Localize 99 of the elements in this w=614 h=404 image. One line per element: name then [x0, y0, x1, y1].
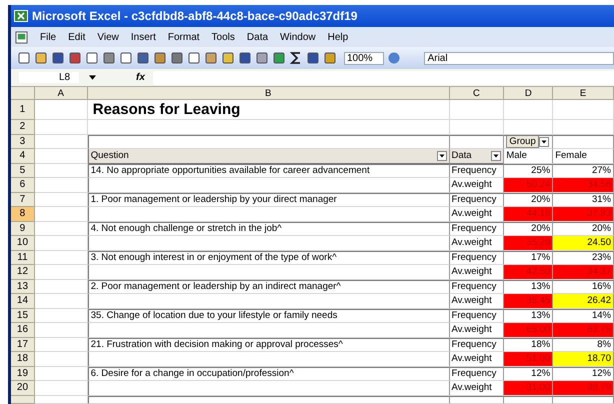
caret-icon[interactable]	[89, 75, 96, 80]
table-cell: 31.00	[504, 381, 554, 396]
question-text: 4. Not enough challenge or stretch in the job^	[90, 223, 282, 234]
table-cell: 51.00	[504, 352, 554, 366]
data-label: Av.weight	[452, 208, 492, 220]
table-cell: 37.83	[553, 207, 614, 222]
spreadsheet-icon	[14, 9, 28, 23]
data-label: Av.weight	[452, 237, 492, 248]
row-header[interactable]: 19	[11, 366, 35, 381]
empty-cell	[450, 120, 504, 134]
menu-item[interactable]: Tools	[206, 32, 241, 42]
table-cell: 42.50	[504, 265, 554, 280]
menu-item[interactable]: Window	[274, 32, 322, 42]
dropdown-button[interactable]	[436, 150, 447, 161]
row-header[interactable]: 10	[11, 236, 35, 250]
menu-item[interactable]: Help	[322, 32, 354, 42]
menu-item[interactable]: Format	[162, 32, 206, 42]
dropdown-button[interactable]	[538, 136, 549, 147]
row-header[interactable]: 17	[11, 338, 35, 352]
row-header[interactable]: 9	[11, 222, 35, 236]
row-header[interactable]: 3	[11, 134, 35, 149]
table-cell: 18.70	[553, 352, 614, 366]
row-header[interactable]: 16	[11, 323, 35, 338]
row-header[interactable]: 7	[11, 192, 35, 207]
data-label: Av.weight	[452, 266, 492, 278]
row-header[interactable]: 6	[11, 178, 35, 192]
empty-cell	[553, 100, 614, 120]
question-text: 6. Desire for a change in occupation/profession^	[90, 368, 294, 380]
menu-item[interactable]: Edit	[62, 32, 92, 42]
data-label: Frequency	[452, 194, 496, 206]
data-label: Av.weight	[452, 382, 492, 394]
name-box[interactable]: L8	[19, 72, 79, 83]
data-label: Av.weight	[452, 179, 492, 190]
question-text: 1. Poor management or leadership by your direct manager	[90, 194, 337, 206]
pivot-field-label: Question	[90, 150, 129, 162]
row-header[interactable]: 15	[11, 308, 35, 323]
pivot-field-button[interactable]: Group	[506, 135, 539, 148]
table-cell: 26.42	[553, 294, 614, 308]
row-header[interactable]: 20	[11, 381, 35, 396]
menu-item[interactable]: Insert	[124, 32, 162, 42]
menu-item[interactable]: View	[91, 32, 125, 42]
column-label: Female	[555, 150, 587, 162]
column-label: Male	[506, 150, 527, 162]
data-label: Frequency	[452, 252, 496, 264]
data-label: Frequency	[452, 339, 496, 350]
data-label: Frequency	[452, 223, 496, 234]
menu-item[interactable]: File	[34, 32, 62, 42]
row-header[interactable]: 11	[11, 250, 35, 265]
sheet-title: Reasons for Leaving	[88, 100, 450, 120]
column-header[interactable]: A	[34, 87, 88, 100]
sum-icon[interactable]	[289, 51, 303, 65]
column-header[interactable]: B	[88, 87, 450, 100]
row-header[interactable]: 12	[11, 265, 35, 280]
row-header[interactable]: 5	[11, 164, 35, 178]
row-header[interactable]: 18	[11, 352, 35, 366]
data-label: Frequency	[452, 165, 496, 176]
table-cell: 44.18	[504, 207, 554, 222]
empty-cell	[450, 100, 504, 120]
table-cell: 65.00	[504, 323, 554, 338]
row-header[interactable]: 2	[11, 120, 35, 134]
data-label: Frequency	[452, 368, 496, 380]
font-box[interactable]: Arial	[424, 52, 614, 64]
workbook-icon[interactable]	[15, 30, 28, 44]
menu-item[interactable]: Data	[240, 32, 274, 42]
question-text: 3. Not enough interest in or enjoyment of the type of work^	[90, 252, 337, 264]
dropdown-button[interactable]	[491, 150, 502, 161]
data-label: Av.weight	[452, 324, 492, 336]
question-text: 2. Poor management or leadership by an indirect manager^	[90, 281, 341, 292]
data-label: Frequency	[452, 281, 496, 292]
function-button[interactable]: fx	[136, 72, 145, 83]
question-text: 21. Frustration with decision making or approval processes^	[90, 339, 343, 350]
data-label: Av.weight	[452, 295, 492, 306]
data-label: Av.weight	[452, 353, 492, 364]
table-cell: 34.56	[553, 178, 614, 192]
row-header[interactable]: 1	[11, 100, 35, 120]
table-cell: 38.79	[553, 381, 614, 396]
empty-cell	[553, 120, 614, 134]
empty-cell	[504, 100, 554, 120]
row-header[interactable]: 4	[11, 149, 35, 164]
column-header[interactable]: C	[450, 87, 504, 100]
table-cell: 50.24	[504, 178, 554, 192]
data-label: Frequency	[452, 310, 496, 322]
table-cell: 35.29	[504, 236, 554, 250]
table-cell: 63.75	[553, 323, 614, 338]
window-title: Microsoft Excel - c3cfdbd8-abf8-44c8-bace-c90adc37df19	[32, 9, 358, 23]
formula-field[interactable]	[152, 70, 614, 84]
table-cell: 35.45	[504, 294, 554, 308]
row-header[interactable]: 8	[11, 207, 35, 222]
column-header[interactable]: D	[504, 87, 554, 100]
row-header[interactable]: 13	[11, 280, 35, 294]
question-text: 14. No appropriate opportunities available for career advancement	[90, 165, 370, 176]
table-cell: 24.50	[553, 236, 614, 250]
table-cell: 34.37	[553, 265, 614, 280]
empty-cell	[504, 120, 554, 134]
column-header[interactable]: E	[553, 87, 614, 100]
question-text: 35. Change of location due to your lifestyle or family needs	[90, 310, 338, 322]
pivot-field-label: Data	[452, 150, 472, 162]
zoom-box[interactable]: 100%	[344, 52, 384, 64]
row-header[interactable]: 14	[11, 294, 35, 308]
